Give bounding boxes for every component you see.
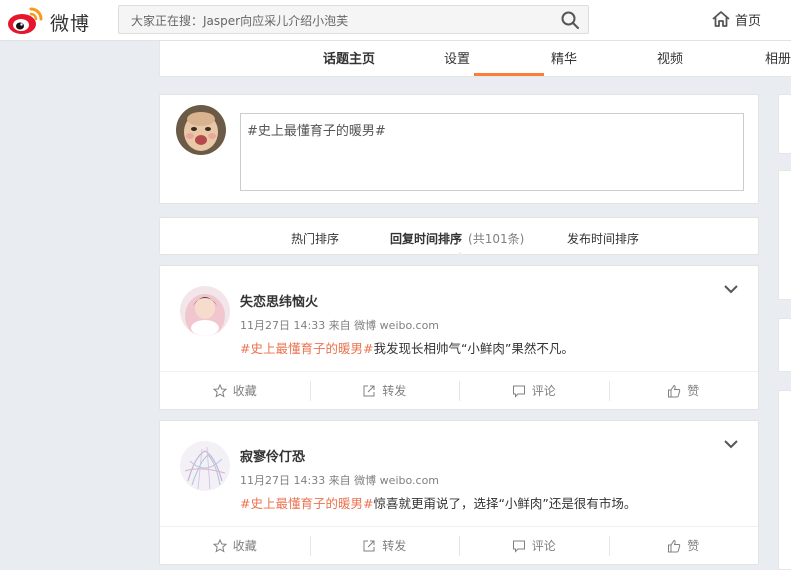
chevron-down-icon[interactable] (724, 284, 738, 294)
post-body: 我发现长相帅气“小鲜肉”果然不凡。 (373, 341, 574, 356)
post-actions: 收藏 转发 评论 赞 (160, 526, 758, 564)
sort-hot[interactable]: 热门排序 (291, 230, 339, 247)
feed-post: 寂寥伶仃恐 11月27日 14:33 来自 微博 weibo.com #史上最懂… (159, 420, 759, 565)
favorite-button[interactable]: 收藏 (160, 527, 310, 564)
favorite-button[interactable]: 收藏 (160, 372, 310, 409)
sort-post-time[interactable]: 发布时间排序 (567, 230, 639, 247)
comment-icon (512, 540, 525, 553)
post-meta: 11月27日 14:33 来自 微博 weibo.com (240, 474, 440, 487)
thumbs-up-icon (668, 539, 681, 552)
tab-settings[interactable]: 设置 (444, 48, 470, 67)
tab-topic-home[interactable]: 话题主页 (323, 48, 375, 67)
side-card (778, 318, 791, 372)
post-meta: 11月27日 14:33 来自 微博 weibo.com (240, 319, 440, 332)
home-label: 首页 (735, 13, 762, 29)
like-label: 赞 (687, 384, 700, 398)
like-button[interactable]: 赞 (608, 372, 759, 409)
search-icon[interactable] (560, 10, 580, 30)
comment-label: 评论 (531, 384, 556, 398)
weibo-logo-icon (8, 7, 43, 34)
chevron-down-icon[interactable] (724, 439, 738, 449)
thumbs-up-icon (668, 384, 681, 397)
star-icon (212, 383, 227, 398)
tab-album[interactable]: 相册 (765, 48, 791, 67)
repost-button[interactable]: 转发 (309, 372, 460, 409)
top-bar: 微博 大家正在搜：Jasper向应采儿介绍小泡芙 首页 (0, 0, 791, 41)
post-actions: 收藏 转发 评论 赞 (160, 371, 758, 409)
comment-button[interactable]: 评论 (459, 372, 609, 409)
home-link[interactable]: 首页 (711, 8, 761, 30)
repost-label: 转发 (382, 539, 407, 553)
repost-icon (363, 540, 375, 551)
post-author[interactable]: 寂寥伶仃恐 (240, 446, 305, 465)
home-icon (712, 11, 730, 27)
post-hashtag[interactable]: #史上最懂育子的暖男# (240, 341, 373, 356)
like-label: 赞 (687, 539, 700, 553)
comment-label: 评论 (531, 539, 556, 553)
post-body: 惊喜就更甭说了，选择“小鲜肉”还是很有市场。 (373, 496, 637, 511)
sketch-avatar-image (180, 441, 230, 491)
side-card (778, 170, 791, 300)
weibo-logo[interactable]: 微博 (6, 3, 90, 37)
star-icon (212, 538, 227, 553)
search-input[interactable]: 大家正在搜：Jasper向应采儿介绍小泡芙 (131, 12, 348, 29)
post-text: #史上最懂育子的暖男#我发现长相帅气“小鲜肉”果然不凡。 (240, 338, 574, 357)
sort-reply-time-label: 回复时间排序 (390, 232, 463, 246)
repost-label: 转发 (382, 384, 407, 398)
repost-icon (363, 385, 375, 396)
side-card (778, 390, 791, 570)
post-author[interactable]: 失恋思纬恼火 (240, 291, 318, 310)
compose-card: #史上最懂育子的暖男# (159, 94, 759, 204)
comment-button[interactable]: 评论 (459, 527, 609, 564)
like-button[interactable]: 赞 (608, 527, 759, 564)
user-avatar[interactable] (176, 105, 226, 155)
compose-textarea[interactable]: #史上最懂育子的暖男# (240, 113, 744, 191)
post-avatar[interactable] (180, 286, 230, 336)
favorite-label: 收藏 (232, 539, 257, 553)
repost-button[interactable]: 转发 (309, 527, 460, 564)
post-hashtag[interactable]: #史上最懂育子的暖男# (240, 496, 373, 511)
sort-reply-time[interactable]: 回复时间排序 (共101条) (390, 230, 524, 247)
favorite-label: 收藏 (232, 384, 257, 398)
girl-avatar-image (180, 286, 230, 336)
tab-video[interactable]: 视频 (657, 48, 683, 67)
comment-icon (512, 385, 525, 398)
sort-indicator (454, 252, 466, 258)
feed-post: 失恋思纬恼火 11月27日 14:33 来自 微博 weibo.com #史上最… (159, 265, 759, 410)
compose-text: #史上最懂育子的暖男# (247, 124, 386, 139)
logo-text: 微博 (50, 13, 91, 35)
search-box[interactable]: 大家正在搜：Jasper向应采儿介绍小泡芙 (118, 5, 589, 34)
sort-bar: 热门排序 回复时间排序 (共101条) 发布时间排序 (159, 217, 759, 258)
side-card (778, 94, 791, 154)
post-avatar[interactable] (180, 441, 230, 491)
post-count: (共101条) (468, 232, 525, 246)
baby-avatar-image (176, 105, 226, 155)
active-tab-indicator (474, 73, 544, 76)
tab-featured[interactable]: 精华 (551, 48, 577, 67)
post-text: #史上最懂育子的暖男#惊喜就更甭说了，选择“小鲜肉”还是很有市场。 (240, 493, 636, 512)
topic-nav: 话题主页 设置 精华 视频 相册 (159, 40, 791, 77)
